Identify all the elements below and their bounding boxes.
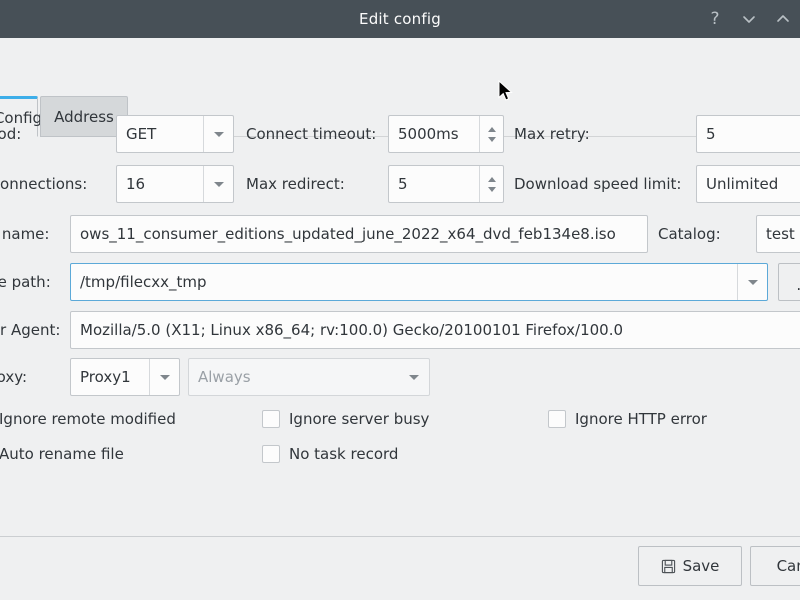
max-connections-label: Max connections: <box>0 174 87 194</box>
window-controls: ? <box>698 0 800 38</box>
checkbox-ignore-remote-modified[interactable]: Ignore remote modified <box>0 410 176 428</box>
max-redirect-value: 5 <box>389 175 479 193</box>
help-icon[interactable]: ? <box>698 0 732 38</box>
method-label: Method: <box>0 124 21 144</box>
button-bar-separator <box>0 536 800 537</box>
max-retry-input[interactable]: 5 <box>696 115 800 153</box>
chevron-down-icon <box>399 359 429 395</box>
save-path-value: /tmp/filecxx_tmp <box>71 273 737 291</box>
catalog-label: Catalog: <box>658 224 721 244</box>
checkbox-ignore-http-error[interactable]: Ignore HTTP error <box>548 410 707 428</box>
save-path-combobox[interactable]: /tmp/filecxx_tmp <box>70 263 768 301</box>
proxy-mode-combobox[interactable]: Always <box>188 358 430 396</box>
catalog-value: test <box>766 225 795 243</box>
checkbox-label: Ignore HTTP error <box>575 410 707 428</box>
method-combobox[interactable]: GET <box>116 115 234 153</box>
cancel-button-label: Cancel <box>777 557 800 575</box>
checkbox-auto-rename-file[interactable]: Auto rename file <box>0 445 124 463</box>
file-name-input[interactable]: ows_11_consumer_editions_updated_june_20… <box>70 215 648 253</box>
user-agent-label: User Agent: <box>0 320 60 340</box>
download-speed-limit-label: Download speed limit: <box>514 174 681 194</box>
proxy-value: Proxy1 <box>71 368 149 386</box>
spinner-buttons[interactable] <box>479 116 503 152</box>
save-button[interactable]: Save <box>638 546 742 586</box>
arrow-up-icon <box>488 177 496 182</box>
chevron-down-icon <box>203 116 233 152</box>
window-titlebar: Edit config ? <box>0 0 800 38</box>
chevron-down-icon[interactable] <box>732 0 766 38</box>
max-retry-label: Max retry: <box>514 124 590 144</box>
arrow-down-icon <box>488 137 496 142</box>
max-retry-value: 5 <box>706 125 716 143</box>
file-name-value: ows_11_consumer_editions_updated_june_20… <box>80 225 616 243</box>
max-redirect-label: Max redirect: <box>246 174 345 194</box>
max-redirect-spinbox[interactable]: 5 <box>388 165 504 203</box>
user-agent-value: Mozilla/5.0 (X11; Linux x86_64; rv:100.0… <box>80 321 623 339</box>
proxy-mode-value: Always <box>189 368 399 386</box>
bottom-tabstrip: Attributes Cookie Headers <box>0 480 800 528</box>
download-speed-limit-input[interactable]: Unlimited <box>696 165 800 203</box>
chevron-down-icon <box>203 166 233 202</box>
checkbox-ignore-server-busy[interactable]: Ignore server busy <box>262 410 429 428</box>
help-icon-glyph: ? <box>710 11 719 28</box>
browse-button-label: ... <box>796 276 800 294</box>
top-tabstrip: Config Address <box>0 38 800 100</box>
checkbox-no-task-record[interactable]: No task record <box>262 445 398 463</box>
arrow-down-icon <box>488 187 496 192</box>
checkbox-label: Auto rename file <box>0 445 124 463</box>
save-button-label: Save <box>683 557 720 575</box>
chevron-up-icon[interactable] <box>766 0 800 38</box>
catalog-input[interactable]: test <box>756 215 800 253</box>
edit-config-dialog: Edit config ? Config Address <box>0 0 800 600</box>
checkbox-box <box>262 410 280 428</box>
tab-address[interactable]: Address <box>40 96 128 137</box>
connect-timeout-value: 5000ms <box>389 125 479 143</box>
browse-save-path-button[interactable]: ... <box>778 263 800 301</box>
save-path-label: Save path: <box>0 272 51 292</box>
max-connections-combobox[interactable]: 16 <box>116 165 234 203</box>
max-connections-value: 16 <box>117 175 203 193</box>
checkbox-label: No task record <box>289 445 398 463</box>
file-name-label: File name: <box>0 224 49 244</box>
user-agent-input[interactable]: Mozilla/5.0 (X11; Linux x86_64; rv:100.0… <box>70 311 800 349</box>
checkbox-label: Ignore remote modified <box>0 410 176 428</box>
connect-timeout-spinbox[interactable]: 5000ms <box>388 115 504 153</box>
connect-timeout-label: Connect timeout: <box>246 124 376 144</box>
floppy-disk-icon <box>661 559 676 574</box>
proxy-combobox[interactable]: Proxy1 <box>70 358 180 396</box>
checkbox-box <box>548 410 566 428</box>
checkbox-label: Ignore server busy <box>289 410 429 428</box>
spinner-buttons[interactable] <box>479 166 503 202</box>
proxy-label: Proxy: <box>0 367 27 387</box>
download-speed-limit-value: Unlimited <box>706 175 778 193</box>
checkbox-box <box>262 445 280 463</box>
arrow-up-icon <box>488 127 496 132</box>
method-value: GET <box>117 125 203 143</box>
window-title: Edit config <box>0 10 800 28</box>
chevron-down-icon <box>737 264 767 300</box>
cancel-button[interactable]: Cancel <box>750 546 800 586</box>
tab-address-label: Address <box>54 108 114 126</box>
chevron-down-icon <box>149 359 179 395</box>
